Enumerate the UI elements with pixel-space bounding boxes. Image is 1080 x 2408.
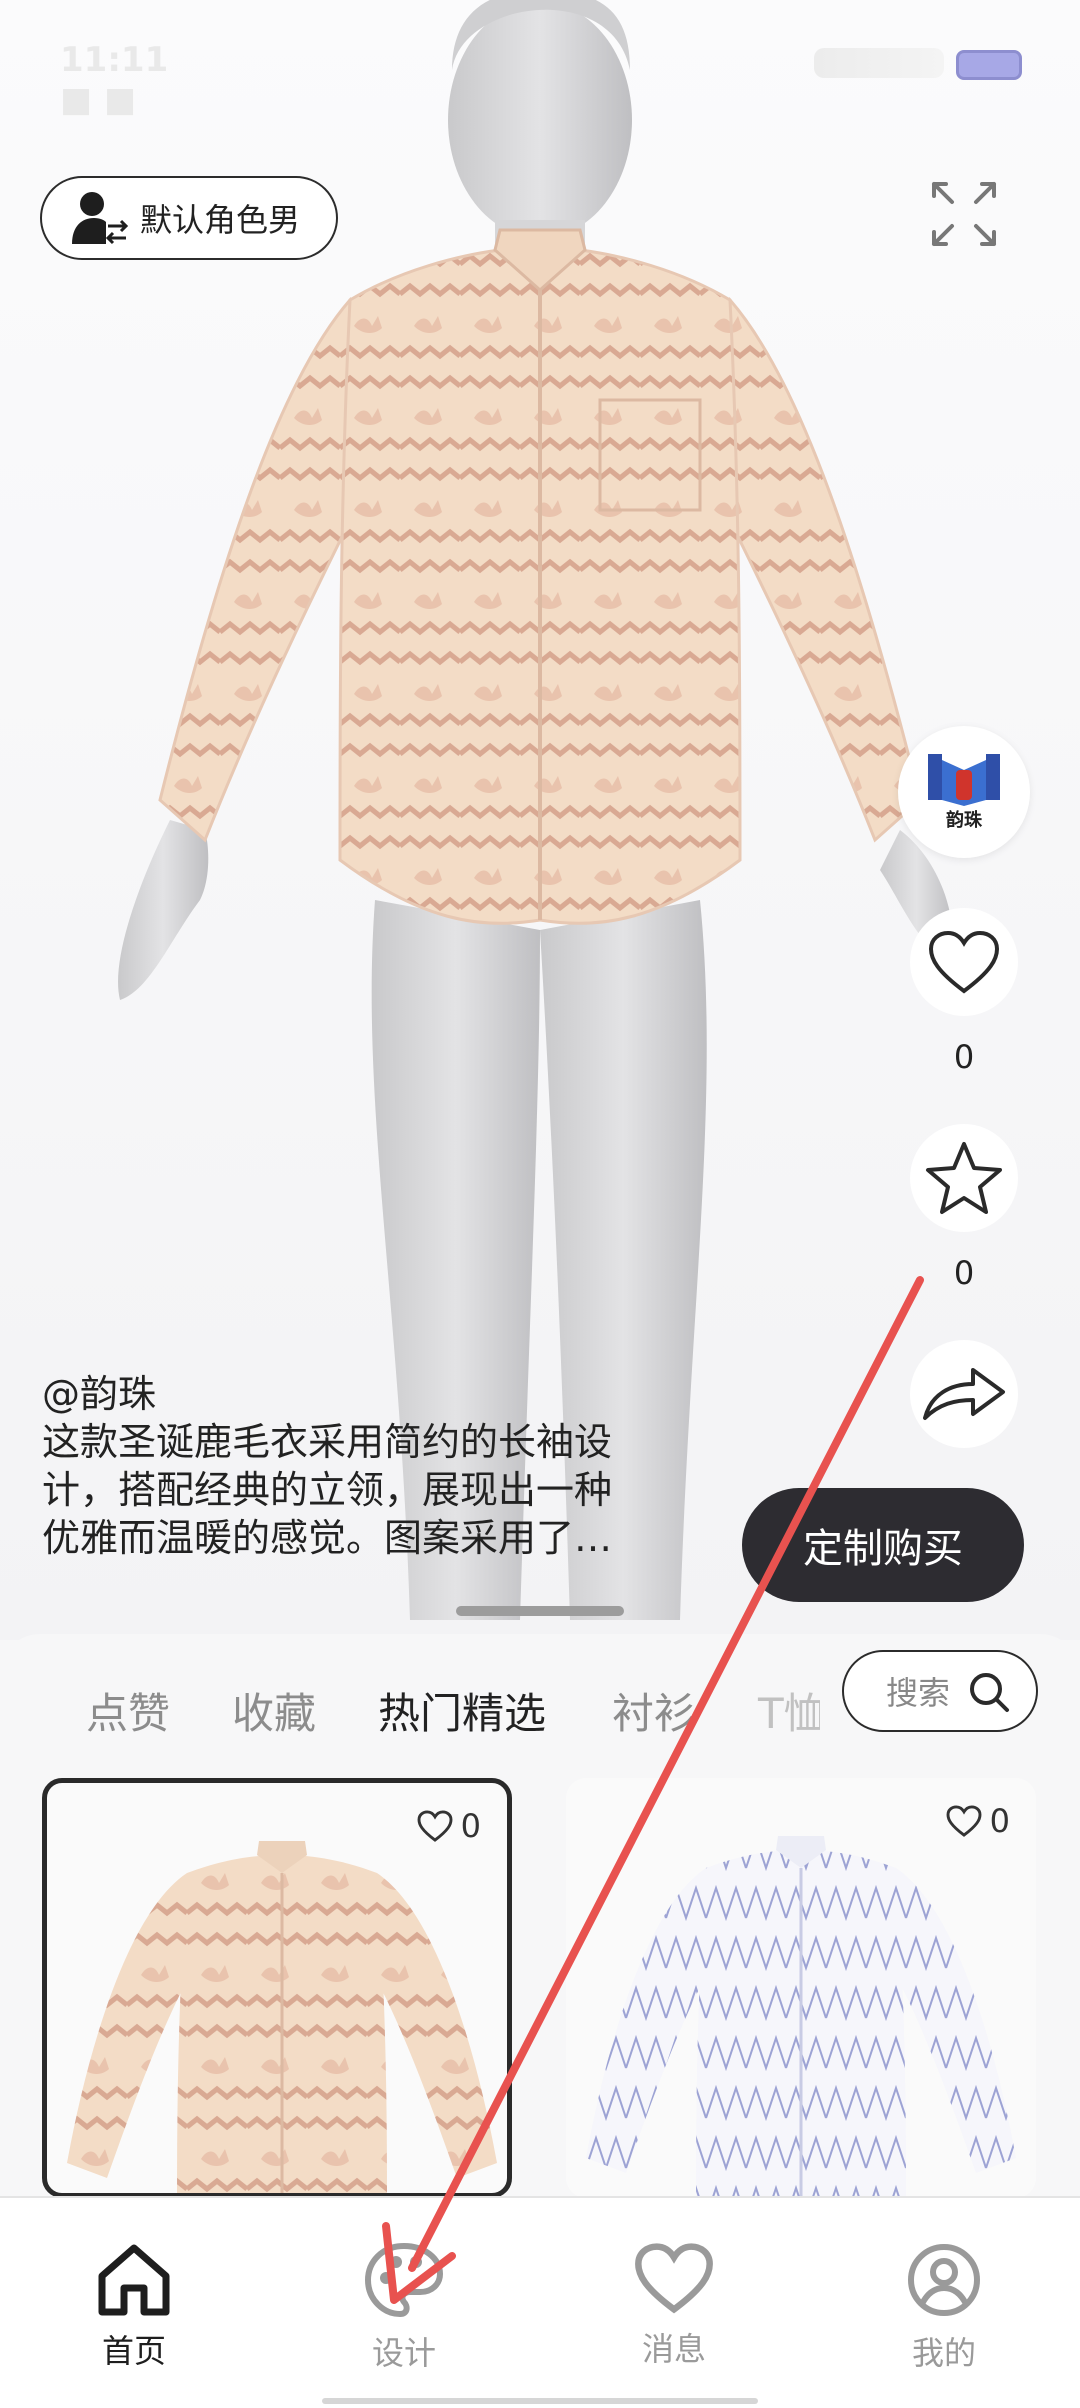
tab-likes[interactable]: 点赞 <box>86 1680 170 1741</box>
heart-icon <box>928 930 1000 994</box>
author-avatar[interactable]: 韵珠 <box>898 726 1030 858</box>
home-indicator[interactable] <box>322 2398 758 2404</box>
tab-favorites[interactable]: 收藏 <box>232 1680 316 1741</box>
nav-profile-label: 我的 <box>911 2334 976 2372</box>
profile-icon <box>908 2244 980 2316</box>
description-line-1: 这款圣诞鹿毛衣采用简约的长袖设 <box>42 1420 613 1464</box>
nav-home-label: 首页 <box>101 2332 166 2370</box>
description-line-3[interactable]: 优雅而温暖的感觉。图案采用了… <box>42 1514 732 1562</box>
nav-design-label: 设计 <box>371 2334 436 2372</box>
heart-outline-icon <box>635 2243 713 2314</box>
star-icon <box>926 1142 1002 1214</box>
nav-design[interactable]: 设计 <box>324 2242 484 2392</box>
category-tabs: 点赞 收藏 热门精选 衬衫 T恤 <box>0 1634 820 1756</box>
model-viewer[interactable]: 11:11 ■ ■ 默认角色男 韵珠 0 0 @韵珠 这款圣诞鹿毛衣采用简约的长… <box>0 0 1080 1640</box>
user-swap-icon <box>72 192 129 245</box>
author-handle[interactable]: @韵珠 <box>42 1370 732 1418</box>
fullscreen-expand-icon[interactable] <box>930 180 998 248</box>
role-label: 默认角色男 <box>140 201 301 239</box>
role-switch-button[interactable]: 默认角色男 <box>40 176 338 260</box>
home-icon <box>98 2244 170 2316</box>
tab-tshirts[interactable]: T恤 <box>758 1680 820 1741</box>
drag-handle[interactable] <box>456 1606 624 1616</box>
palette-icon <box>364 2242 444 2318</box>
search-button[interactable]: 搜索 <box>842 1650 1038 1732</box>
design-card-2[interactable]: 0 <box>566 1778 1036 2198</box>
nav-home[interactable]: 首页 <box>54 2242 214 2392</box>
shirt-thumbnail-beige <box>67 1841 497 2193</box>
shirt-thumbnail-white <box>586 1836 1016 2198</box>
share-arrow-icon <box>923 1368 1005 1420</box>
nav-profile[interactable]: 我的 <box>864 2242 1024 2392</box>
description-line-2: 计，搭配经典的立领，展现出一种 <box>42 1468 613 1512</box>
favorite-button[interactable] <box>910 1124 1018 1232</box>
share-button[interactable] <box>910 1340 1018 1448</box>
design-card-1[interactable]: 0 <box>42 1778 512 2198</box>
nav-messages-label: 消息 <box>641 2330 706 2368</box>
bottom-navigation: 首页 设计 消息 我的 <box>0 2196 1080 2408</box>
like-count: 0 <box>953 1038 975 1076</box>
brand-logo-text: 韵珠 <box>946 809 983 831</box>
nav-messages[interactable]: 消息 <box>594 2242 754 2392</box>
like-button[interactable] <box>910 908 1018 1016</box>
post-caption: @韵珠 这款圣诞鹿毛衣采用简约的长袖设 计，搭配经典的立领，展现出一种 优雅而温… <box>42 1370 732 1562</box>
search-label: 搜索 <box>886 1674 951 1712</box>
custom-buy-button[interactable]: 定制购买 <box>742 1488 1024 1602</box>
tab-shirts[interactable]: 衬衫 <box>612 1680 696 1741</box>
brand-logo-icon: 韵珠 <box>928 754 1000 831</box>
search-icon <box>970 1673 1009 1712</box>
favorite-count: 0 <box>953 1254 975 1292</box>
tab-hot-picks[interactable]: 热门精选 <box>378 1680 546 1741</box>
